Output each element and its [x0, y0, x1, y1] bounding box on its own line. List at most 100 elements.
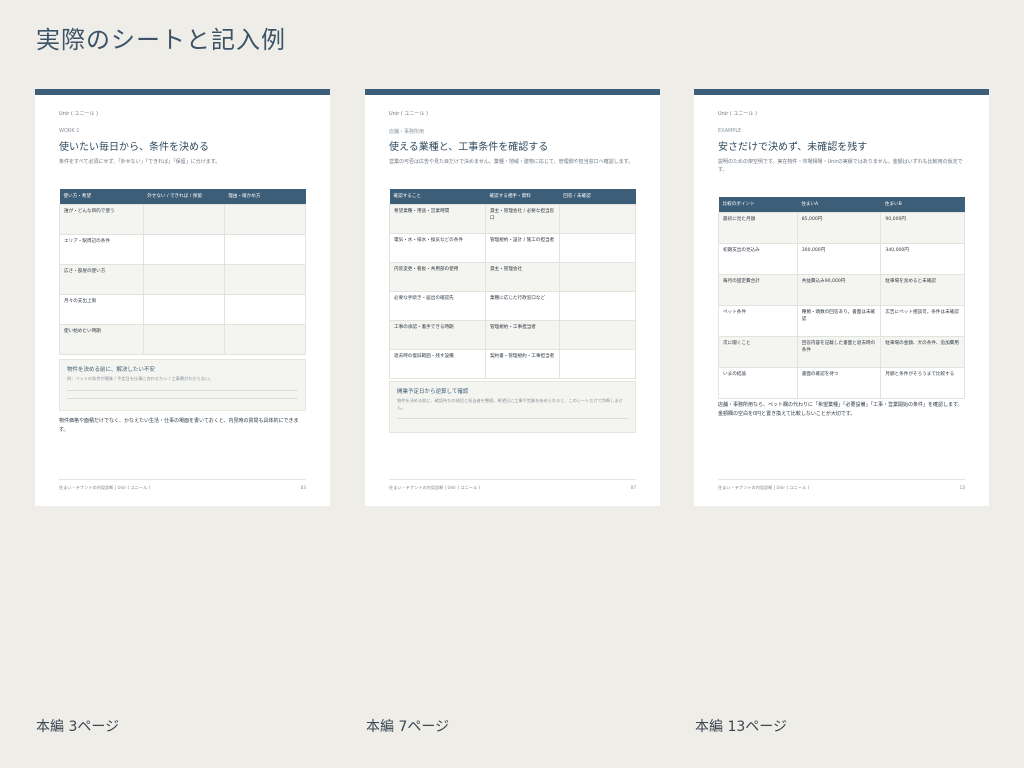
table-cell: 希望業種・用途・営業時間	[389, 203, 486, 234]
table-row: 最初に見た月額 85,000円 90,000円	[718, 211, 965, 244]
table-cell: 毎月の固定費合計	[718, 273, 798, 306]
sheet-table: 使い方・希望 外せない / できれば / 保留 理由・確かめ方 誰が・どんな目的…	[59, 189, 307, 355]
note-title: 開業予定日から逆算して確認	[397, 389, 469, 395]
sheet-footer: 住まい・テナントの内見診断 | Unir ( ユニール ) 03	[59, 479, 306, 491]
table-cell: 工事の承認・着手できる時期	[389, 319, 486, 350]
page-number: 13	[959, 485, 965, 490]
table-cell: 管理規約・工事担当者	[484, 319, 560, 350]
sheet-footer: 住まい・テナントの内見診断 | Unir ( ユニール ) 13	[718, 479, 965, 491]
table-cell	[142, 233, 225, 265]
note-title: 物件を決める前に、解決したい不安	[67, 367, 155, 373]
table-cell: 契約書・管理規約・工事担当者	[484, 348, 560, 379]
table-row: 広さ・部屋の使い方	[59, 263, 307, 295]
caption-page-3: 本編 3ページ	[36, 719, 120, 735]
table-cell	[142, 323, 225, 355]
table-cell: 使い始めたい時期	[59, 323, 144, 355]
table-cell	[558, 261, 637, 292]
sheet-table: 確認すること 確認する相手・資料 回答 / 未確認 希望業種・用途・営業時間 貸…	[389, 189, 637, 379]
table-row: 毎月の固定費合計 共益費込み90,000円 駐車場を含めると未確認	[718, 273, 965, 306]
table-cell: 340,000円	[880, 242, 965, 275]
table-cell	[223, 323, 307, 355]
table-cell: いまの結論	[718, 366, 798, 399]
table-row: 内装変更・看板・共用部の使用 貸主・管理会社	[389, 261, 637, 292]
table-cell	[223, 233, 307, 265]
caption-page-7: 本編 7ページ	[366, 719, 450, 735]
table-cell: 書面の確認を待つ	[796, 366, 882, 399]
sheet-kicker: WORK 1	[59, 128, 80, 134]
table-cell: 誰が・どんな目的で使う	[59, 203, 144, 235]
table-cell: 退去時の復旧範囲・残す設備	[389, 348, 486, 379]
table-cell: 最初に見た月額	[718, 211, 798, 244]
footer-text: 住まい・テナントの内見診断 | Unir ( ユニール )	[59, 485, 151, 490]
table-cell: ペット条件	[718, 304, 798, 337]
table-header: 回答 / 未確認	[559, 189, 636, 204]
table-cell: 貸主・管理会社 / 必要な担当窓口	[484, 203, 560, 234]
sheet-kicker: EXAMPLE	[718, 128, 742, 134]
table-cell: 業種に応じた行政窓口など	[484, 290, 560, 321]
table-header: 住まいA	[797, 197, 881, 212]
sheet-brand: Unir ( ユニール )	[718, 111, 757, 117]
page-title: 実際のシートと記入例	[36, 26, 286, 54]
table-cell: 広告にペット相談可。条件は未確認	[880, 304, 965, 337]
table-cell: 300,000円	[796, 242, 882, 275]
table-row: 初期支出の見込み 300,000円 340,000円	[718, 242, 965, 275]
sheet-lead: 説明のための架空例です。実在物件・市場相場・Unirの実績ではありません。金額は…	[718, 159, 963, 173]
sheet-preview-page-3[interactable]: Unir ( ユニール ) WORK 1 使いたい毎日から、条件を決める 条件を…	[35, 89, 330, 506]
table-row: 電気・水・排水・換気などの条件 管理規約・設計 / 施工の担当者	[389, 232, 637, 263]
table-header: 使い方・希望	[59, 189, 144, 204]
sheet-heading: 使いたい毎日から、条件を決める	[59, 142, 209, 153]
footer-text: 住まい・テナントの内見診断 | Unir ( ユニール )	[389, 485, 481, 490]
sheet-heading: 使える業種と、工事条件を確認する	[389, 142, 549, 153]
table-cell: 駐車場の金額、犬の条件、追加費用	[880, 335, 965, 368]
table-row: 使い始めたい時期	[59, 323, 307, 355]
note-writing-line	[67, 397, 298, 399]
table-cell	[223, 203, 307, 235]
table-cell: 次に聞くこと	[718, 335, 798, 368]
note-text: 例：ペットの条件が曖昧 / 予定日を仕事に合わせたい / 工事費がわからない。	[67, 376, 214, 381]
sheet-table: 比較のポイント 住まいA 住まいB 最初に見た月額 85,000円 90,000…	[718, 197, 965, 399]
table-cell	[558, 232, 637, 263]
table-cell: 初期支出の見込み	[718, 242, 798, 275]
caption-page-13: 本編 13ページ	[695, 719, 787, 735]
table-cell	[142, 203, 225, 235]
table-cell: 月々の支出上限	[59, 293, 144, 325]
sheet-closing-text: 物件価格や面積だけでなく、かなえたい生活・仕事の場面を書いておくと、内見時の質問…	[59, 418, 299, 433]
table-header: 確認する相手・資料	[485, 189, 560, 204]
table-cell	[142, 293, 225, 325]
table-header: 住まいB	[880, 197, 965, 212]
table-cell: エリア・駅周辺の条件	[59, 233, 144, 265]
table-header: 理由・確かめ方	[224, 189, 306, 204]
table-cell: 管理規約・設計 / 施工の担当者	[484, 232, 560, 263]
table-cell	[558, 348, 637, 379]
table-cell: 85,000円	[796, 211, 882, 244]
table-header: 確認すること	[389, 189, 486, 204]
sheet-lead: 条件をすべて必須にせず、「外せない」「できれば」「保留」に分けます。	[59, 159, 221, 165]
table-header: 外せない / できれば / 保留	[143, 189, 225, 204]
table-cell: 必要な手続き・届出の確認先	[389, 290, 486, 321]
table-cell: 電気・水・排水・換気などの条件	[389, 232, 486, 263]
table-cell: 貸主・管理会社	[484, 261, 560, 292]
table-row: 希望業種・用途・営業時間 貸主・管理会社 / 必要な担当窓口	[389, 203, 637, 234]
note-writing-line	[397, 418, 628, 419]
table-cell	[558, 319, 637, 350]
table-header: 比較のポイント	[718, 197, 798, 212]
sheet-preview-page-13[interactable]: Unir ( ユニール ) EXAMPLE 安さだけで決めず、未確認を残す 説明…	[694, 89, 989, 506]
table-cell	[558, 203, 637, 234]
table-row: 月々の支出上限	[59, 293, 307, 325]
table-row: エリア・駅周辺の条件	[59, 233, 307, 265]
sheet-closing-text: 店舗・事務所用なら、ペット欄の代わりに「希望業種」「必要設備」「工事・営業開始の…	[718, 402, 963, 417]
table-cell: 内装変更・看板・共用部の使用	[389, 261, 486, 292]
table-cell	[223, 263, 307, 295]
table-cell: 広さ・部屋の使い方	[59, 263, 144, 295]
table-cell	[558, 290, 637, 321]
note-box: 物件を決める前に、解決したい不安 例：ペットの条件が曖昧 / 予定日を仕事に合わ…	[59, 359, 306, 411]
note-writing-line	[67, 389, 298, 391]
sheet-footer: 住まい・テナントの内見診断 | Unir ( ユニール ) 07	[389, 479, 636, 491]
table-cell: 共益費込み90,000円	[796, 273, 882, 306]
table-row: 工事の承認・着手できる時期 管理規約・工事担当者	[389, 319, 637, 350]
page-number: 03	[300, 485, 306, 490]
sheet-brand: Unir ( ユニール )	[389, 111, 428, 117]
sheet-preview-page-7[interactable]: Unir ( ユニール ) 店舗・事務所用 使える業種と、工事条件を確認する 営…	[365, 89, 660, 506]
footer-text: 住まい・テナントの内見診断 | Unir ( ユニール )	[718, 485, 810, 490]
table-row: 誰が・どんな目的で使う	[59, 203, 307, 235]
